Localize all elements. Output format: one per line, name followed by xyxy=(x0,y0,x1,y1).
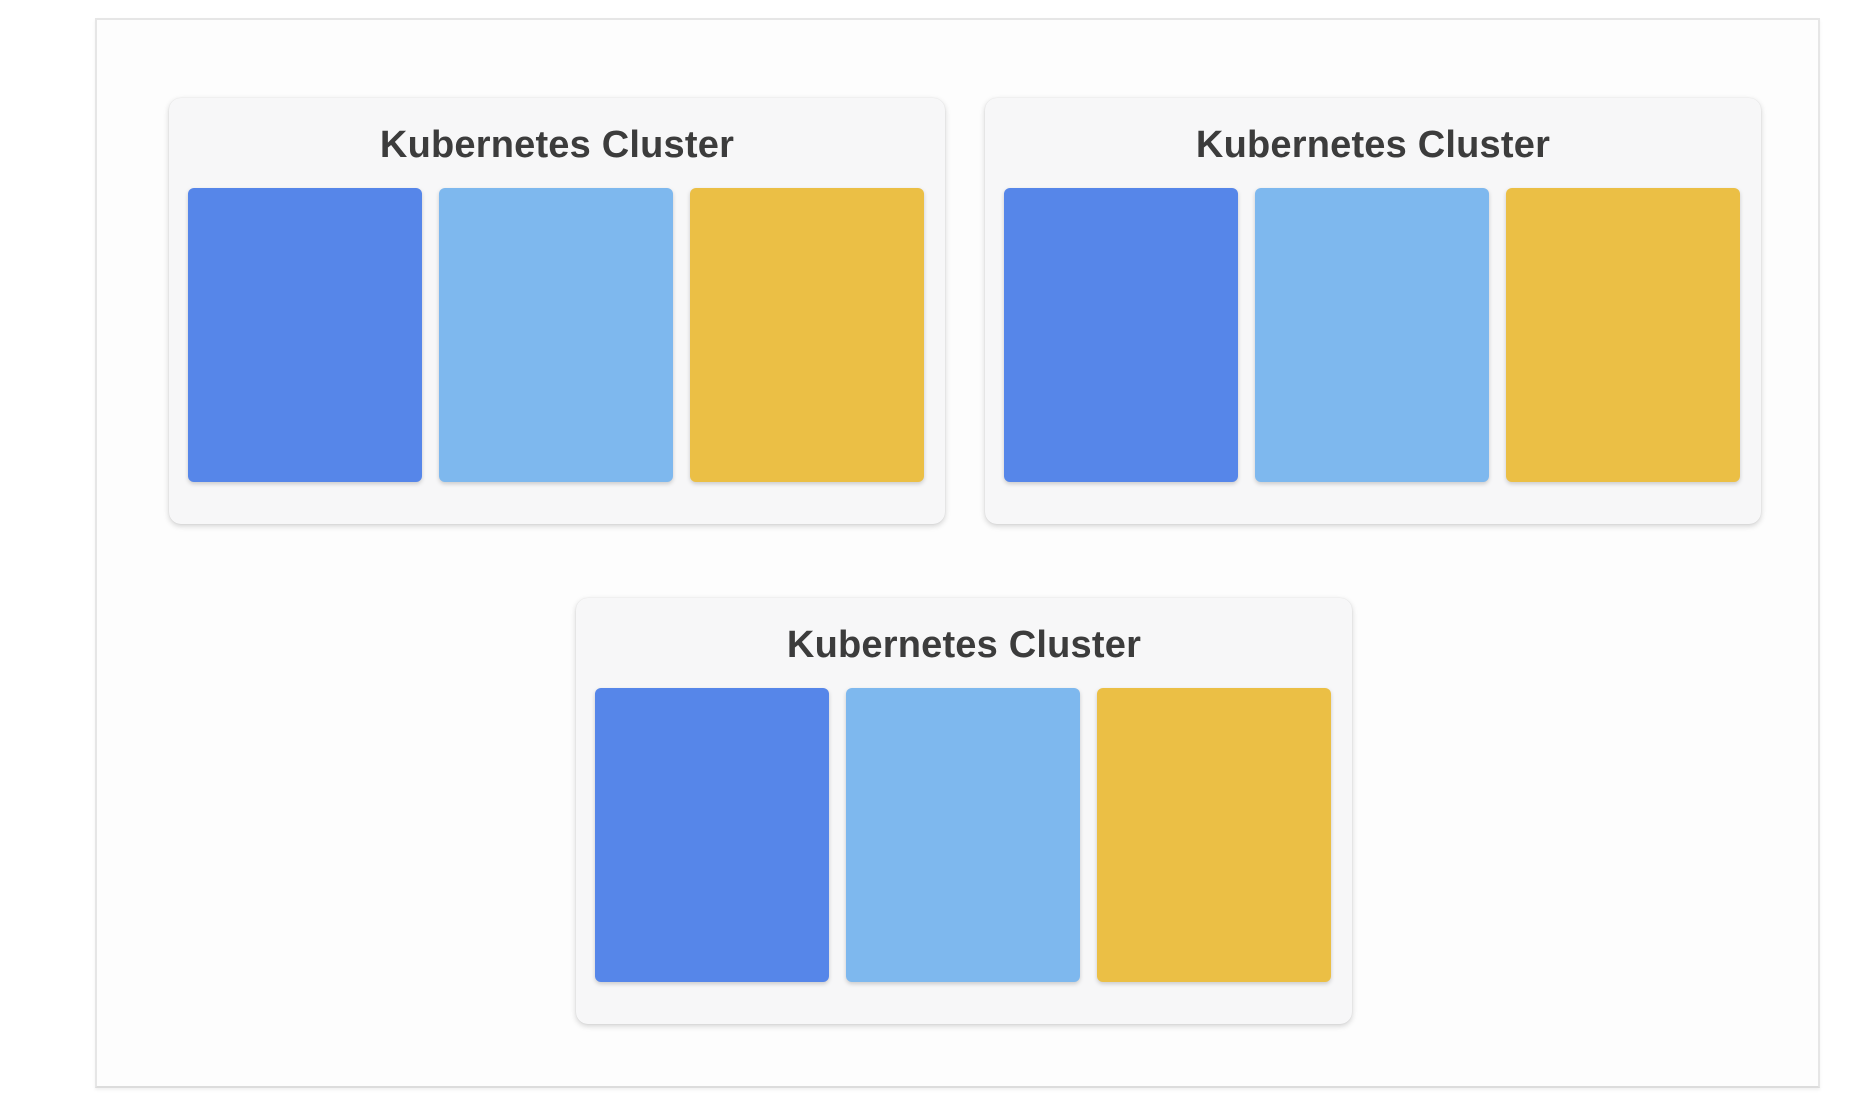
cluster-title: Kubernetes Cluster xyxy=(786,624,1142,666)
kubernetes-cluster-card: Kubernetes Cluster xyxy=(576,598,1352,1024)
cluster-block-light-blue xyxy=(439,188,673,482)
cluster-block-blue xyxy=(188,188,422,482)
cluster-block-light-blue xyxy=(846,688,1080,982)
cluster-block-light-blue xyxy=(1255,188,1489,482)
cluster-block-blue xyxy=(595,688,829,982)
cluster-block-yellow xyxy=(1506,188,1740,482)
kubernetes-cluster-card: Kubernetes Cluster xyxy=(985,98,1761,524)
cluster-title: Kubernetes Cluster xyxy=(1195,124,1551,166)
cluster-block-yellow xyxy=(1097,688,1331,982)
cluster-block-yellow xyxy=(690,188,924,482)
diagram-frame: Kubernetes Cluster Kubernetes Cluster Ku… xyxy=(95,18,1820,1088)
kubernetes-cluster-card: Kubernetes Cluster xyxy=(169,98,945,524)
cluster-title: Kubernetes Cluster xyxy=(379,124,735,166)
cluster-block-blue xyxy=(1004,188,1238,482)
